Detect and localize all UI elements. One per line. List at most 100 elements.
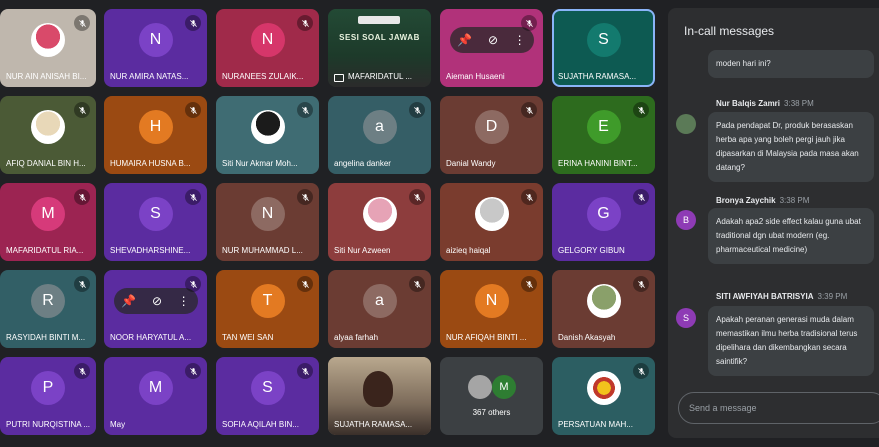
participant-tile[interactable]: aizieq haiqal (440, 183, 543, 261)
participant-name: NUR AMIRA NATAS... (110, 72, 189, 81)
more-options-icon[interactable]: ⋮ (514, 33, 526, 47)
participant-name: MAFARIDATUL RIA... (6, 246, 84, 255)
participant-tile[interactable]: 📌 ⊘ ⋮ Aieman Husaeni (440, 9, 543, 87)
participant-tile[interactable]: SESI SOAL JAWAB MAFARIDATUL ... (328, 9, 431, 87)
participant-grid: NUR AIN ANISAH BI... N NUR AMIRA NATAS... N… (0, 0, 662, 447)
muted-mic-icon (74, 276, 90, 292)
participant-avatar: G (586, 197, 621, 232)
participant-tile[interactable]: H HUMAIRA HUSNA B... (104, 96, 207, 174)
participant-photo (474, 197, 509, 232)
participant-name: RASYIDAH BINTI M... (6, 333, 86, 342)
participant-name: TAN WEI SAN (222, 333, 274, 342)
participant-tile[interactable]: Siti Nur Azween (328, 183, 431, 261)
panel-title: In-call messages (684, 24, 775, 38)
muted-mic-icon (74, 102, 90, 118)
participant-tile[interactable]: AFIQ DANIAL BIN H... (0, 96, 96, 174)
message-bubble: Adakah apa2 side effect kalau guna ubat … (708, 208, 874, 264)
sender-avatar (676, 114, 696, 134)
participant-tile[interactable]: a alyaa farhah (328, 270, 431, 348)
hide-icon[interactable]: ⊘ (488, 33, 498, 47)
participant-tile[interactable]: Siti Nur Akmar Moh... (216, 96, 319, 174)
tile-controls[interactable]: 📌 ⊘ ⋮ (449, 27, 534, 54)
participant-photo (31, 23, 65, 58)
message-sender: Nur Balqis Zamri 3:38 PM (716, 99, 814, 108)
participant-tile[interactable]: NUR AIN ANISAH BI... (0, 9, 96, 87)
participant-tile[interactable]: P PUTRI NURQISTINA ... (0, 357, 96, 435)
participant-avatar: T (250, 284, 285, 319)
participant-tile[interactable]: M 367 others (440, 357, 543, 435)
muted-mic-icon (521, 102, 537, 118)
muted-mic-icon (521, 15, 537, 31)
participant-name: Danial Wandy (446, 159, 496, 168)
hide-icon[interactable]: ⊘ (152, 294, 162, 308)
pin-icon[interactable]: 📌 (121, 294, 136, 308)
message-time: 3:39 PM (817, 292, 848, 301)
muted-mic-icon (74, 189, 90, 205)
participant-tile[interactable]: S SHEVADHARSHINE... (104, 183, 207, 261)
participant-tile[interactable]: SUJATHA RAMASA... (328, 357, 431, 435)
participant-name: Siti Nur Azween (334, 246, 391, 255)
message-sender: SITI AWFIYAH BATRISYIA 3:39 PM (716, 292, 847, 301)
participant-avatar: H (138, 110, 173, 145)
sender-name: Nur Balqis Zamri (716, 99, 781, 108)
participant-tile[interactable]: N NUR MUHAMMAD L... (216, 183, 319, 261)
participant-tile[interactable]: R RASYIDAH BINTI M... (0, 270, 96, 348)
organization-logo (586, 371, 621, 406)
participant-name: MAFARIDATUL ... (348, 72, 413, 81)
participant-avatar: D (474, 110, 509, 145)
participant-tile[interactable]: M May (104, 357, 207, 435)
muted-mic-icon (633, 363, 649, 379)
muted-mic-icon (74, 15, 90, 31)
participant-name: May (110, 420, 126, 429)
message-time: 3:38 PM (784, 99, 814, 108)
participant-tile[interactable]: N NUR AMIRA NATAS... (104, 9, 207, 87)
muted-mic-icon (409, 276, 425, 292)
muted-mic-icon (297, 189, 313, 205)
participant-tile[interactable]: S SOFIA AQILAH BIN... (216, 357, 319, 435)
participant-tile[interactable]: M MAFARIDATUL RIA... (0, 183, 96, 261)
tile-controls[interactable]: 📌 ⊘ ⋮ (113, 288, 198, 315)
participant-name: Danish Akasyah (558, 333, 616, 342)
others-count: 367 others (472, 408, 511, 417)
participant-avatar: R (31, 284, 65, 319)
message-bubble: moden hari ini? (708, 50, 874, 78)
slide-header-logo (358, 16, 400, 24)
participant-tile[interactable]: D Danial Wandy (440, 96, 543, 174)
participant-name: aizieq haiqal (446, 246, 491, 255)
speaker-silhouette (363, 371, 393, 407)
muted-mic-icon (409, 102, 425, 118)
participant-tile[interactable]: Danish Akasyah (552, 270, 655, 348)
muted-mic-icon (297, 15, 313, 31)
participant-name: NUR MUHAMMAD L... (222, 246, 303, 255)
others-avatar: M (492, 375, 516, 399)
others-avatar-photo (468, 375, 492, 399)
participant-name: NOOR HARYATUL A... (110, 333, 192, 342)
participant-tile[interactable]: N NURANEES ZULAIK... (216, 9, 319, 87)
participant-name: Siti Nur Akmar Moh... (222, 159, 298, 168)
participant-tile[interactable]: PERSATUAN MAH... (552, 357, 655, 435)
participant-photo (31, 110, 65, 145)
participant-tile[interactable]: a angelina danker (328, 96, 431, 174)
pin-icon[interactable]: 📌 (457, 33, 472, 47)
message-list[interactable]: moden hari ini? Nur Balqis Zamri 3:38 PM Pa… (668, 50, 879, 392)
participant-avatar: a (362, 284, 397, 319)
muted-mic-icon (633, 189, 649, 205)
participant-avatar: M (138, 371, 173, 406)
participant-tile[interactable]: N NUR AFIQAH BINTI ... (440, 270, 543, 348)
muted-mic-icon (185, 15, 201, 31)
participant-avatar: N (250, 197, 285, 232)
send-message-input[interactable]: Send a message (678, 392, 879, 424)
more-options-icon[interactable]: ⋮ (178, 294, 190, 308)
participant-tile[interactable]: T TAN WEI SAN (216, 270, 319, 348)
participant-name: NURANEES ZULAIK... (222, 72, 304, 81)
participant-name: NUR AIN ANISAH BI... (6, 72, 87, 81)
participant-name: PUTRI NURQISTINA ... (6, 420, 91, 429)
participant-tile[interactable]: 📌 ⊘ ⋮ NOOR HARYATUL A... (104, 270, 207, 348)
participant-tile[interactable]: E ERINA HANINI BINT... (552, 96, 655, 174)
participant-name: AFIQ DANIAL BIN H... (6, 159, 86, 168)
participant-avatar: S (138, 197, 173, 232)
participant-tile[interactable]: G GELGORY GIBUN (552, 183, 655, 261)
participant-name: SHEVADHARSHINE... (110, 246, 191, 255)
participant-tile[interactable]: S SUJATHA RAMASA... (552, 9, 655, 87)
muted-mic-icon (297, 276, 313, 292)
